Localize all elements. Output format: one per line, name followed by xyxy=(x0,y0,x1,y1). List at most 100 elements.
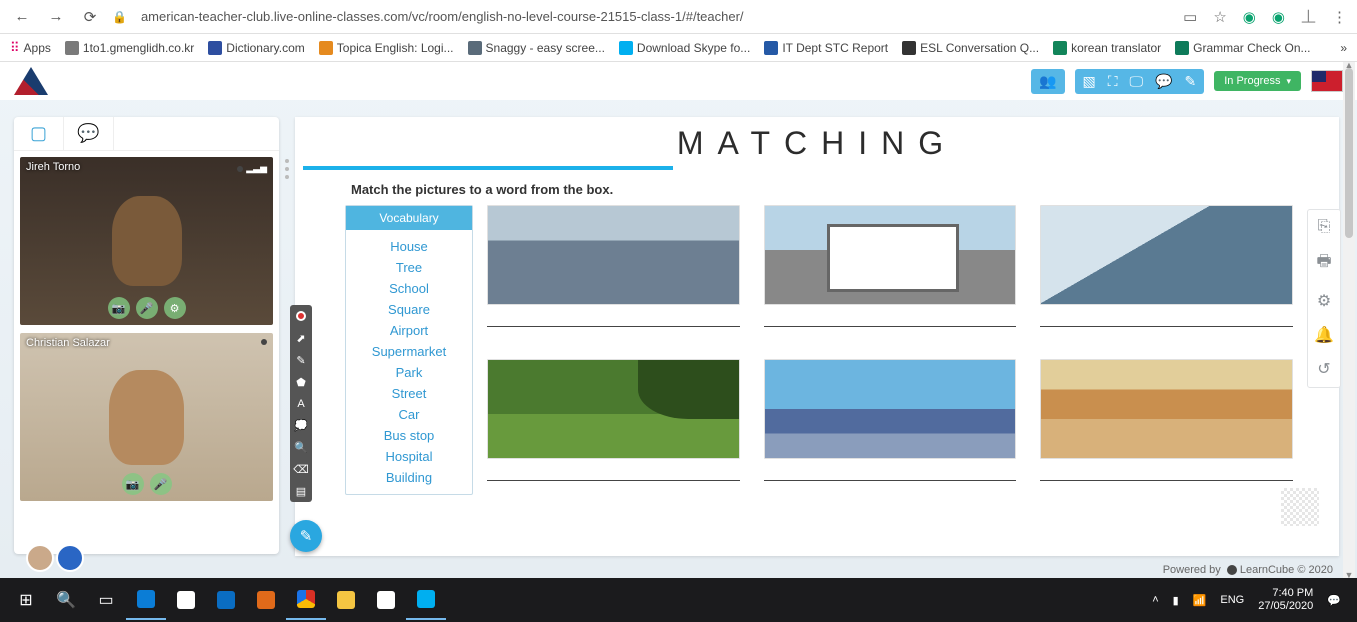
bookmark-item[interactable]: Snaggy - easy scree... xyxy=(468,41,605,55)
pen-fab-button[interactable]: ✎ xyxy=(290,520,322,552)
chat-tool-icon[interactable]: 💭 xyxy=(294,419,308,432)
answer-line[interactable] xyxy=(487,461,740,481)
vocab-box: Vocabulary House Tree School Square Airp… xyxy=(345,205,473,495)
taskbar-app-store[interactable] xyxy=(166,580,206,620)
pen-tool-icon[interactable]: ✎ xyxy=(296,354,305,367)
lock-icon: 🔒 xyxy=(112,10,127,24)
tray-expand-icon[interactable]: ˄ xyxy=(1152,594,1158,606)
record-button[interactable] xyxy=(296,311,306,321)
favicon-icon xyxy=(902,41,916,55)
vocab-item: Hospital xyxy=(348,446,470,467)
back-button[interactable]: ← xyxy=(10,5,34,29)
chat-icon[interactable]: 💬 xyxy=(1155,73,1172,90)
taskbar-app-mail[interactable] xyxy=(206,580,246,620)
video-toggle-icon[interactable]: 📷 xyxy=(108,297,130,319)
bookmark-item[interactable]: korean translator xyxy=(1053,41,1161,55)
cast-icon[interactable]: ▭ xyxy=(1183,8,1197,26)
ext-icon-1[interactable]: ◉ xyxy=(1243,8,1256,26)
favicon-icon xyxy=(1175,41,1189,55)
history-icon[interactable]: ↺ xyxy=(1317,359,1330,379)
clock[interactable]: 7:40 PM 27/05/2020 xyxy=(1258,587,1313,613)
reload-button[interactable]: ⟳ xyxy=(78,5,102,29)
mic-toggle-icon[interactable]: 🎤 xyxy=(136,297,158,319)
start-button[interactable]: ⊞ xyxy=(6,580,46,620)
picture-square xyxy=(1040,359,1293,459)
camera-off-icon[interactable]: ▧ xyxy=(1083,73,1096,90)
taskbar-app-skype[interactable] xyxy=(406,580,446,620)
fullscreen-icon[interactable]: ⛶ xyxy=(1108,73,1118,90)
video-tab[interactable]: ▢ xyxy=(14,117,64,150)
forward-button[interactable]: → xyxy=(44,5,68,29)
notifications-icon[interactable]: 💬 xyxy=(1327,594,1341,607)
flag-us-icon xyxy=(1311,70,1343,92)
scroll-thumb[interactable] xyxy=(1345,68,1353,238)
signal-icon xyxy=(261,339,267,345)
taskbar-app-cloud[interactable] xyxy=(366,580,406,620)
taskbar-app-edge[interactable] xyxy=(126,580,166,620)
ext-icon-2[interactable]: ◉ xyxy=(1272,8,1285,26)
vocab-item: Square xyxy=(348,299,470,320)
slide-subtitle: Match the pictures to a word from the bo… xyxy=(295,170,1339,205)
whiteboard-slide: ⬈ ✎ ⬟ A 💭 🔍 ⌫ ▤ ✎ MATCHING Match the pic… xyxy=(295,117,1339,556)
participants-button[interactable]: 👥 xyxy=(1031,69,1064,94)
profile-icon[interactable]: 丄 xyxy=(1301,6,1316,27)
match-card xyxy=(1040,205,1293,341)
favicon-icon xyxy=(764,41,778,55)
battery-icon[interactable]: ▮ xyxy=(1173,594,1179,607)
chat-tab[interactable]: 💬 xyxy=(64,117,114,150)
avatar[interactable] xyxy=(26,544,54,572)
pointer-tool-icon[interactable]: ⬈ xyxy=(296,332,305,345)
more-icon[interactable]: ⚙ xyxy=(164,297,186,319)
participant-video[interactable]: Christian Salazar 📷 🎤 xyxy=(20,333,273,501)
bookmark-star-icon[interactable]: ☆ xyxy=(1213,8,1226,26)
bookmark-item[interactable]: Grammar Check On... xyxy=(1175,41,1310,55)
text-tool-icon[interactable]: A xyxy=(297,398,304,410)
wifi-icon[interactable]: 📶 xyxy=(1193,594,1207,607)
url-text[interactable]: american-teacher-club.live-online-classe… xyxy=(137,9,1173,24)
bookmarks-overflow[interactable]: » xyxy=(1340,41,1347,55)
shapes-tool-icon[interactable]: ⬟ xyxy=(296,376,306,389)
avatar[interactable] xyxy=(56,544,84,572)
participant-video[interactable]: Jireh Torno ▂▃▅ 📷 🎤 ⚙ xyxy=(20,157,273,325)
taskbar-app-explorer[interactable] xyxy=(326,580,366,620)
page-tool-icon[interactable]: ▤ xyxy=(296,485,306,498)
picture-park xyxy=(487,359,740,459)
apps-shortcut[interactable]: ⠿ Apps xyxy=(10,40,51,56)
picture-airport xyxy=(487,205,740,305)
task-view-button[interactable]: ▭ xyxy=(86,580,126,620)
bookmark-item[interactable]: Download Skype fo... xyxy=(619,41,750,55)
menu-icon[interactable]: ⋮ xyxy=(1332,8,1347,26)
answer-line[interactable] xyxy=(1040,307,1293,327)
match-card xyxy=(487,205,740,341)
video-toggle-icon[interactable]: 📷 xyxy=(122,473,144,495)
participant-name: Christian Salazar xyxy=(26,337,110,349)
avatar-stack xyxy=(26,544,84,572)
settings-icon[interactable]: ⚙ xyxy=(1317,291,1331,311)
search-button[interactable]: 🔍 xyxy=(46,580,86,620)
taskbar-app-firefox[interactable] xyxy=(246,580,286,620)
answer-line[interactable] xyxy=(1040,461,1293,481)
status-dropdown[interactable]: In Progress ▾ xyxy=(1214,71,1301,91)
bookmark-item[interactable]: 1to1.gmenglidh.co.kr xyxy=(65,41,194,55)
answer-line[interactable] xyxy=(487,307,740,327)
bookmark-item[interactable]: Dictionary.com xyxy=(208,41,304,55)
bookmark-item[interactable]: IT Dept STC Report xyxy=(764,41,888,55)
zoom-tool-icon[interactable]: 🔍 xyxy=(294,441,308,454)
eraser-tool-icon[interactable]: ⌫ xyxy=(293,463,309,476)
bookmark-item[interactable]: Topica English: Logi... xyxy=(319,41,454,55)
answer-line[interactable] xyxy=(764,307,1017,327)
answer-line[interactable] xyxy=(764,461,1017,481)
add-page-icon[interactable]: ⎘ xyxy=(1318,218,1331,236)
slide-title: MATCHING xyxy=(295,117,1339,162)
windows-taskbar: ⊞ 🔍 ▭ ˄ ▮ 📶 ENG 7:40 PM 27/05/2020 💬 xyxy=(0,578,1357,622)
page-scrollbar[interactable]: ▲ ▼ xyxy=(1343,62,1355,578)
brand-logo xyxy=(14,67,48,95)
taskbar-app-chrome[interactable] xyxy=(286,580,326,620)
mic-toggle-icon[interactable]: 🎤 xyxy=(150,473,172,495)
edit-icon[interactable]: ✎ xyxy=(1184,73,1196,90)
print-icon[interactable]: 🖶 xyxy=(1316,250,1331,277)
bookmark-item[interactable]: ESL Conversation Q... xyxy=(902,41,1039,55)
bell-icon[interactable]: 🔔 xyxy=(1314,325,1334,345)
screen-share-icon[interactable]: 🖵 xyxy=(1130,73,1144,90)
language-indicator[interactable]: ENG xyxy=(1220,594,1244,606)
